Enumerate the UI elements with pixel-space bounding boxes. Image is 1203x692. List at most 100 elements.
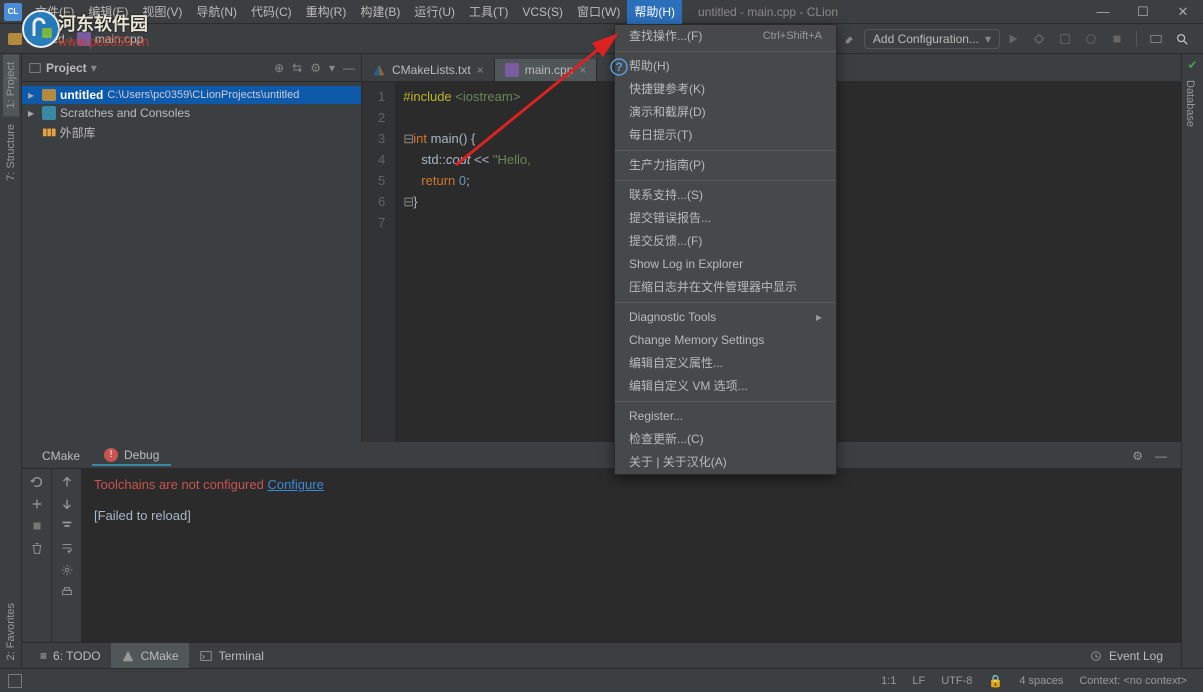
build-hammer-icon[interactable] [840, 28, 862, 50]
help-demos[interactable]: 演示和截屏(D) [615, 101, 836, 124]
right-toolstrip: ✔ Database [1181, 54, 1203, 668]
help-updates[interactable]: 检查更新...(C) [615, 428, 836, 451]
debug-button[interactable] [1028, 28, 1050, 50]
help-support[interactable]: 联系支持...(S) [615, 184, 836, 207]
close-tab-icon[interactable]: × [477, 63, 484, 77]
menu-tools[interactable]: 工具(T) [462, 0, 515, 24]
stop-icon[interactable] [30, 519, 44, 533]
help-feedback[interactable]: 提交反馈...(F) [615, 230, 836, 253]
structure-toolwindow-button[interactable]: 7: Structure [3, 116, 19, 189]
breadcrumb-root[interactable]: untitled [26, 32, 65, 46]
indent-setting[interactable]: 4 spaces [1011, 675, 1071, 687]
configure-link[interactable]: Configure [267, 477, 323, 492]
help-find-action[interactable]: 查找操作...(F)Ctrl+Shift+A [615, 25, 836, 48]
line-separator[interactable]: LF [904, 675, 933, 687]
tab-main-cpp[interactable]: main.cpp × [495, 59, 598, 81]
tree-scratches[interactable]: ▸ Scratches and Consoles [22, 104, 361, 122]
help-register[interactable]: Register... [615, 405, 836, 428]
down-icon[interactable] [60, 497, 74, 511]
help-diagnostics[interactable]: Diagnostic Tools▸ [615, 306, 836, 329]
help-vm-options[interactable]: 编辑自定义 VM 选项... [615, 375, 836, 398]
up-icon[interactable] [60, 475, 74, 489]
help-show-log[interactable]: Show Log in Explorer [615, 253, 836, 276]
maximize-button[interactable]: ☐ [1123, 0, 1163, 24]
coverage-button[interactable] [1054, 28, 1076, 50]
inspection-ok-icon[interactable]: ✔ [1182, 58, 1203, 72]
folder-icon [42, 89, 56, 101]
select-opened-icon[interactable]: ⊕ [274, 61, 284, 75]
menu-code[interactable]: 代码(C) [244, 0, 299, 24]
debug-msgs-tab[interactable]: !Debug [92, 446, 171, 466]
trash-icon[interactable] [30, 541, 44, 555]
add-configuration-dropdown[interactable]: Add Configuration...▾ [864, 29, 1000, 49]
cmake-tab[interactable]: CMake [111, 643, 189, 668]
database-toolwindow-button[interactable]: Database [1182, 72, 1198, 135]
tree-external-libs[interactable]: ▮▮▮ 外部库 [22, 122, 361, 143]
filter-icon[interactable] [60, 519, 74, 533]
plus-icon[interactable] [30, 497, 44, 511]
tab-cmakelists[interactable]: CMakeLists.txt × [362, 59, 495, 81]
close-tab-icon[interactable]: × [579, 63, 586, 77]
help-custom-props[interactable]: 编辑自定义属性... [615, 352, 836, 375]
panel-settings-icon[interactable]: ⚙ [1126, 449, 1149, 463]
cmake-sidebar-left [22, 469, 52, 642]
expand-all-icon[interactable]: ⇆ [292, 61, 302, 75]
gear-icon[interactable] [60, 563, 74, 577]
folder-icon [8, 33, 22, 45]
menu-run[interactable]: 运行(U) [407, 0, 462, 24]
hide-panel-icon[interactable]: — [1149, 449, 1173, 463]
file-encoding[interactable]: UTF-8 [933, 675, 980, 687]
settings-gear-icon[interactable]: ⚙ [310, 61, 321, 75]
stop-button[interactable] [1106, 28, 1128, 50]
menu-build[interactable]: 构建(B) [353, 0, 407, 24]
reload-icon[interactable] [30, 475, 44, 489]
help-tip[interactable]: 每日提示(T) [615, 124, 836, 147]
search-everywhere-icon[interactable] [1171, 28, 1193, 50]
run-button[interactable] [1002, 28, 1024, 50]
help-productivity[interactable]: 生产力指南(P) [615, 154, 836, 177]
menu-file[interactable]: 文件(F) [28, 0, 81, 24]
favorites-toolwindow-button[interactable]: 2: Favorites [3, 595, 19, 668]
terminal-tab[interactable]: Terminal [189, 643, 274, 668]
bottom-panel: CMake !Debug ⚙ — Toolchains are [22, 442, 1181, 642]
menu-help[interactable]: 帮助(H) [627, 0, 682, 24]
help-bugreport[interactable]: 提交错误报告... [615, 207, 836, 230]
breadcrumb: untitled › main.cpp [8, 32, 143, 46]
menu-vcs[interactable]: VCS(S) [515, 0, 570, 24]
update-project-icon[interactable] [1145, 28, 1167, 50]
help-keymap[interactable]: 快捷键参考(K) [615, 78, 836, 101]
project-icon [28, 61, 42, 75]
menu-edit[interactable]: 编辑(E) [81, 0, 135, 24]
caret-position[interactable]: 1:1 [873, 675, 904, 687]
profile-button[interactable] [1080, 28, 1102, 50]
help-memory[interactable]: Change Memory Settings [615, 329, 836, 352]
library-icon: ▮▮▮ [42, 127, 56, 138]
help-compress-log[interactable]: 压缩日志并在文件管理器中显示 [615, 276, 836, 299]
breadcrumb-file[interactable]: main.cpp [95, 32, 144, 46]
run-context[interactable]: Context: <no context> [1071, 675, 1195, 687]
minimize-button[interactable]: — [1083, 0, 1123, 24]
menu-window[interactable]: 窗口(W) [570, 0, 627, 24]
tool-window-tabs: ≡6: TODO CMake Terminal Event Log [22, 642, 1181, 668]
project-toolwindow-button[interactable]: 1: Project [3, 54, 19, 116]
code-content[interactable]: #include <iostream> ⊟int main() { std::c… [395, 82, 539, 442]
softwrap-icon[interactable] [60, 541, 74, 555]
scratches-icon [42, 106, 56, 120]
menu-refactor[interactable]: 重构(R) [299, 0, 354, 24]
cmake-msgs-tab[interactable]: CMake [30, 447, 92, 465]
todo-tab[interactable]: ≡6: TODO [30, 643, 111, 668]
cmake-console[interactable]: Toolchains are not configured Configure … [82, 469, 1181, 642]
toolwindow-toggle-icon[interactable] [8, 674, 22, 688]
readonly-lock-icon[interactable]: 🔒 [980, 674, 1011, 688]
close-button[interactable]: ✕ [1163, 0, 1203, 24]
menu-view[interactable]: 视图(V) [135, 0, 189, 24]
hide-panel-icon[interactable]: — [343, 61, 355, 75]
menu-nav[interactable]: 导航(N) [189, 0, 244, 24]
event-log-tab[interactable]: Event Log [1079, 643, 1173, 668]
status-bar: 1:1 LF UTF-8 🔒 4 spaces Context: <no con… [0, 668, 1203, 692]
help-help[interactable]: 帮助(H) [615, 55, 836, 78]
help-about[interactable]: 关于 | 关于汉化(A) [615, 451, 836, 474]
toolbar: untitled › main.cpp Add Configuration...… [0, 24, 1203, 54]
tree-root-folder[interactable]: ▸ untitled C:\Users\pc0359\CLionProjects… [22, 86, 361, 104]
print-icon[interactable] [60, 585, 74, 599]
